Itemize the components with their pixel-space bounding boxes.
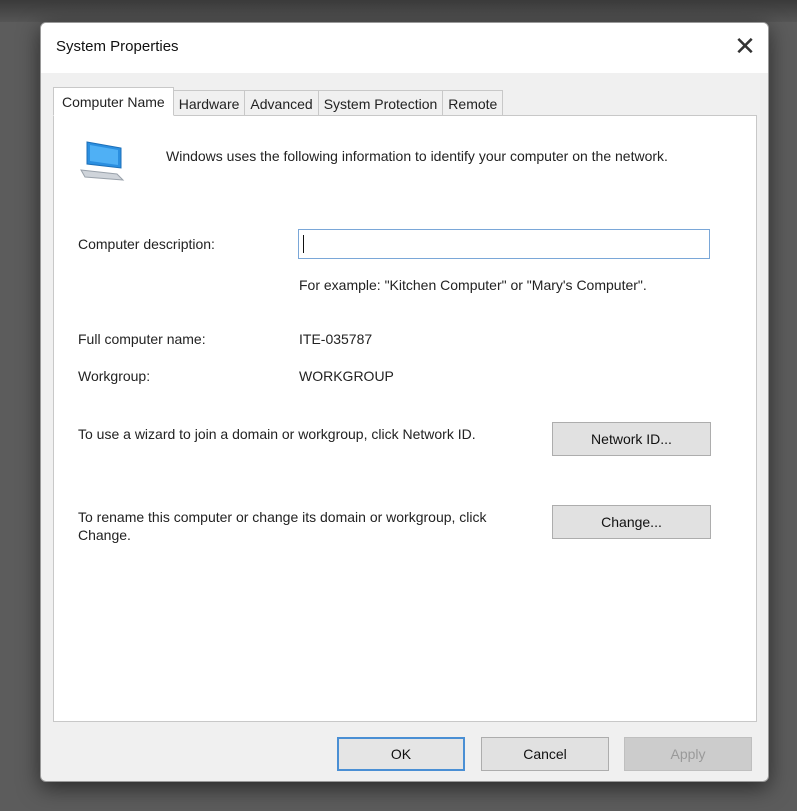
change-button[interactable]: Change...: [552, 505, 711, 539]
workgroup-value: WORKGROUP: [299, 368, 394, 384]
tab-advanced[interactable]: Advanced: [245, 90, 319, 116]
full-computer-name-label: Full computer name:: [78, 331, 206, 347]
cancel-button[interactable]: Cancel: [481, 737, 609, 771]
description-example: For example: "Kitchen Computer" or "Mary…: [299, 277, 647, 293]
text-caret: [303, 235, 304, 253]
window-title: System Properties: [56, 38, 179, 55]
tab-system-protection[interactable]: System Protection: [318, 90, 444, 116]
apply-button[interactable]: Apply: [624, 737, 752, 771]
full-computer-name-value: ITE-035787: [299, 331, 373, 347]
tab-hardware[interactable]: Hardware: [173, 90, 246, 116]
computer-icon: [80, 141, 125, 181]
tab-strip: Computer Name Hardware Advanced System P…: [53, 87, 504, 116]
tab-remote[interactable]: Remote: [443, 90, 504, 116]
workgroup-label: Workgroup:: [78, 368, 151, 384]
desktop-backdrop: [0, 0, 797, 22]
close-icon[interactable]: ✕: [722, 23, 768, 69]
system-properties-dialog: System Properties ✕ Computer Name Hardwa…: [40, 22, 769, 782]
ok-button[interactable]: OK: [337, 737, 465, 771]
computer-name-panel: Windows uses the following information t…: [53, 115, 757, 722]
computer-description-label: Computer description:: [78, 236, 215, 252]
network-id-button[interactable]: Network ID...: [552, 422, 711, 456]
intro-text: Windows uses the following information t…: [166, 148, 668, 164]
title-bar[interactable]: System Properties ✕: [41, 23, 768, 73]
network-id-instructions: To use a wizard to join a domain or work…: [78, 426, 476, 442]
change-instructions: To rename this computer or change its do…: [78, 509, 487, 543]
tab-computer-name[interactable]: Computer Name: [53, 87, 174, 116]
computer-description-input[interactable]: [298, 229, 710, 259]
